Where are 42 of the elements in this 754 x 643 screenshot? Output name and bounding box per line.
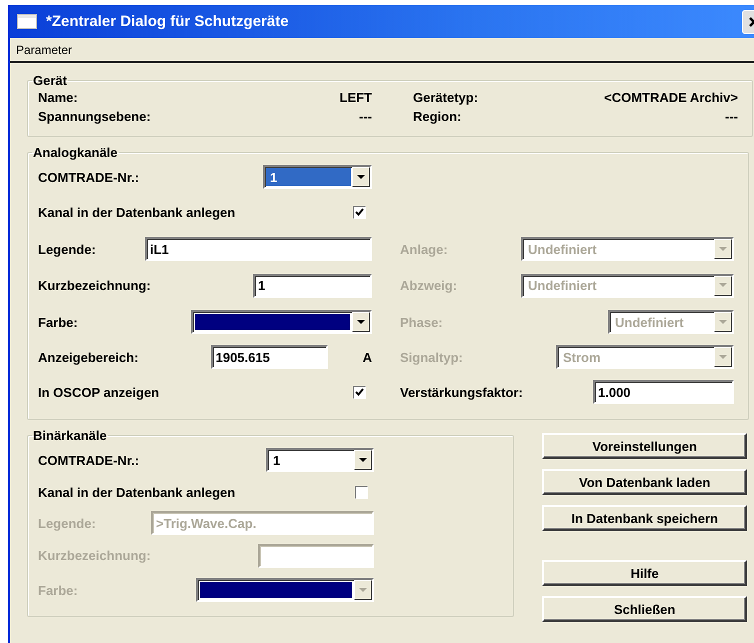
field-label: Kurzbezeichnung: <box>38 548 151 563</box>
dialog-button[interactable]: Voreinstellungen <box>542 433 747 459</box>
field-value: --- <box>725 109 738 124</box>
field-label: Anlage: <box>400 242 448 256</box>
field-label: Abzweig: <box>400 278 458 293</box>
dropdown[interactable]: 1 <box>266 448 374 472</box>
field-label: Kanal in der Datenbank anlegen <box>38 484 236 500</box>
field-label: Phase: <box>400 314 443 330</box>
field-label: Kurzbezeichnung: <box>38 278 151 293</box>
field-value: LEFT <box>340 90 372 105</box>
group-title: Gerät <box>32 73 68 88</box>
field-label: Verstärkungsfaktor: <box>400 384 523 400</box>
field-label: Region: <box>413 109 462 124</box>
field-label: Signaltyp: <box>400 350 463 364</box>
dialog-button[interactable]: Hilfe <box>542 560 747 586</box>
field-label: Anzeigebereich: <box>38 350 138 364</box>
group-title: Binärkanäle <box>32 428 108 443</box>
dialog-button[interactable]: In Datenbank speichern <box>542 505 747 531</box>
group-title: Analogkanäle <box>32 145 119 160</box>
input-field[interactable]: 1905.615 <box>210 345 328 369</box>
field-label: Gerätetyp: <box>413 90 478 105</box>
field-label: Spannungsebene: <box>38 109 151 124</box>
field-label: Farbe: <box>38 314 78 330</box>
input-field[interactable]: 1.000 <box>593 380 734 404</box>
field-label: Legende: <box>38 516 96 530</box>
field-label: COMTRADE-Nr.: <box>38 452 140 468</box>
input-field[interactable]: 1 <box>253 274 372 298</box>
unit-label: A <box>362 350 372 364</box>
dialog-button[interactable]: Von Datenbank laden <box>542 469 747 495</box>
field-label: Kanal in der Datenbank anlegen <box>38 204 236 220</box>
field-value: --- <box>359 109 372 124</box>
field-label: Name: <box>38 90 78 105</box>
field-label: COMTRADE-Nr.: <box>38 170 140 184</box>
field-label: Farbe: <box>38 582 78 598</box>
menu-item[interactable]: Parameter <box>12 42 76 56</box>
field-value: <COMTRADE Archiv> <box>604 90 738 105</box>
dialog-button[interactable]: Schließen <box>542 596 747 622</box>
field-label: Legende: <box>38 242 96 256</box>
window-title: *Zentraler Dialog für Schutzgeräte <box>46 13 289 30</box>
input-field[interactable]: iL1 <box>145 237 372 261</box>
field-label: In OSCOP anzeigen <box>38 384 160 400</box>
dropdown[interactable]: 1 <box>263 165 372 189</box>
